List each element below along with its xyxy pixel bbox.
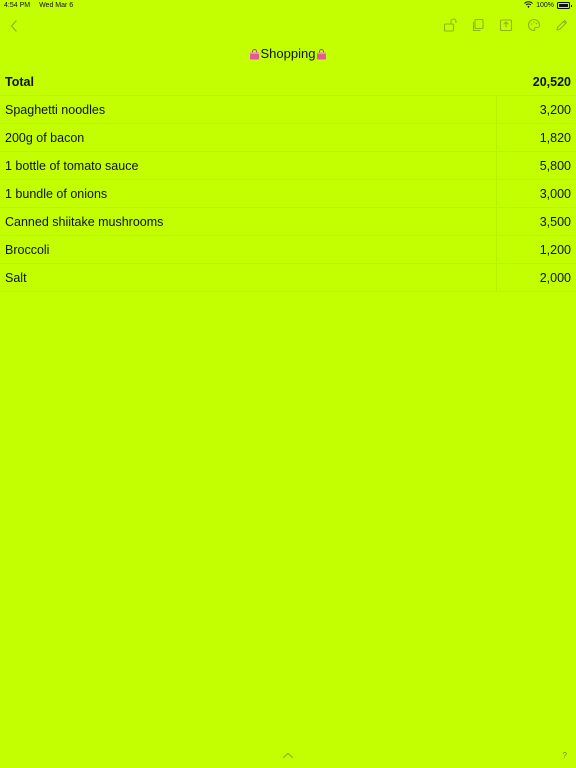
list-item[interactable]: Broccoli 1,200 [0, 236, 576, 264]
toolbar [0, 14, 576, 38]
edit-button[interactable] [555, 18, 569, 32]
item-amount: 1,820 [539, 131, 571, 145]
status-date: Wed Mar 6 [39, 2, 74, 9]
item-name: Salt [5, 271, 27, 285]
list-item[interactable]: 1 bottle of tomato sauce 5,800 [0, 152, 576, 180]
share-icon [499, 18, 513, 32]
item-amount: 3,000 [539, 187, 571, 201]
item-name: 1 bundle of onions [5, 187, 108, 201]
chevron-up-icon [282, 746, 294, 764]
battery-percent: 100% [536, 2, 554, 9]
palette-button[interactable] [527, 18, 541, 32]
item-name: 1 bottle of tomato sauce [5, 159, 139, 173]
shopping-bag-icon [316, 48, 327, 60]
copy-button[interactable] [471, 18, 485, 32]
list-item[interactable]: Spaghetti noodles 3,200 [0, 96, 576, 124]
battery-icon [557, 2, 572, 9]
total-amount: 20,520 [532, 75, 571, 89]
list-item[interactable]: 1 bundle of onions 3,000 [0, 180, 576, 208]
item-name: Broccoli [5, 243, 50, 257]
palette-icon [527, 18, 541, 32]
item-amount: 1,200 [539, 243, 571, 257]
help-button[interactable]: ? [563, 751, 567, 760]
page-title: Shopping [0, 46, 576, 61]
title-text: Shopping [260, 46, 316, 61]
unlock-button[interactable] [443, 18, 457, 32]
item-amount: 3,500 [539, 215, 571, 229]
item-amount: 2,000 [539, 271, 571, 285]
list-item[interactable]: Salt 2,000 [0, 264, 576, 292]
total-row[interactable]: Total 20,520 [0, 68, 576, 96]
wifi-icon [524, 1, 533, 10]
shopping-bag-icon [249, 48, 260, 60]
list-item[interactable]: Canned shiitake mushrooms 3,500 [0, 208, 576, 236]
copy-icon [471, 18, 485, 32]
item-name: 200g of bacon [5, 131, 85, 145]
item-name: Spaghetti noodles [5, 103, 106, 117]
status-time: 4:54 PM [4, 2, 31, 9]
item-name: Canned shiitake mushrooms [5, 215, 164, 229]
item-amount: 3,200 [539, 103, 571, 117]
pencil-icon [555, 18, 569, 32]
back-button[interactable] [7, 18, 21, 34]
total-label: Total [5, 75, 34, 89]
shopping-list: Total 20,520 Spaghetti noodles 3,200 200… [0, 68, 576, 292]
chevron-left-icon [10, 20, 18, 32]
item-amount: 5,800 [539, 159, 571, 173]
list-item[interactable]: 200g of bacon 1,820 [0, 124, 576, 152]
status-bar: 4:54 PM Wed Mar 6 100% [0, 0, 576, 12]
share-button[interactable] [499, 18, 513, 32]
expand-button[interactable] [281, 750, 295, 760]
unlock-icon [443, 18, 457, 32]
